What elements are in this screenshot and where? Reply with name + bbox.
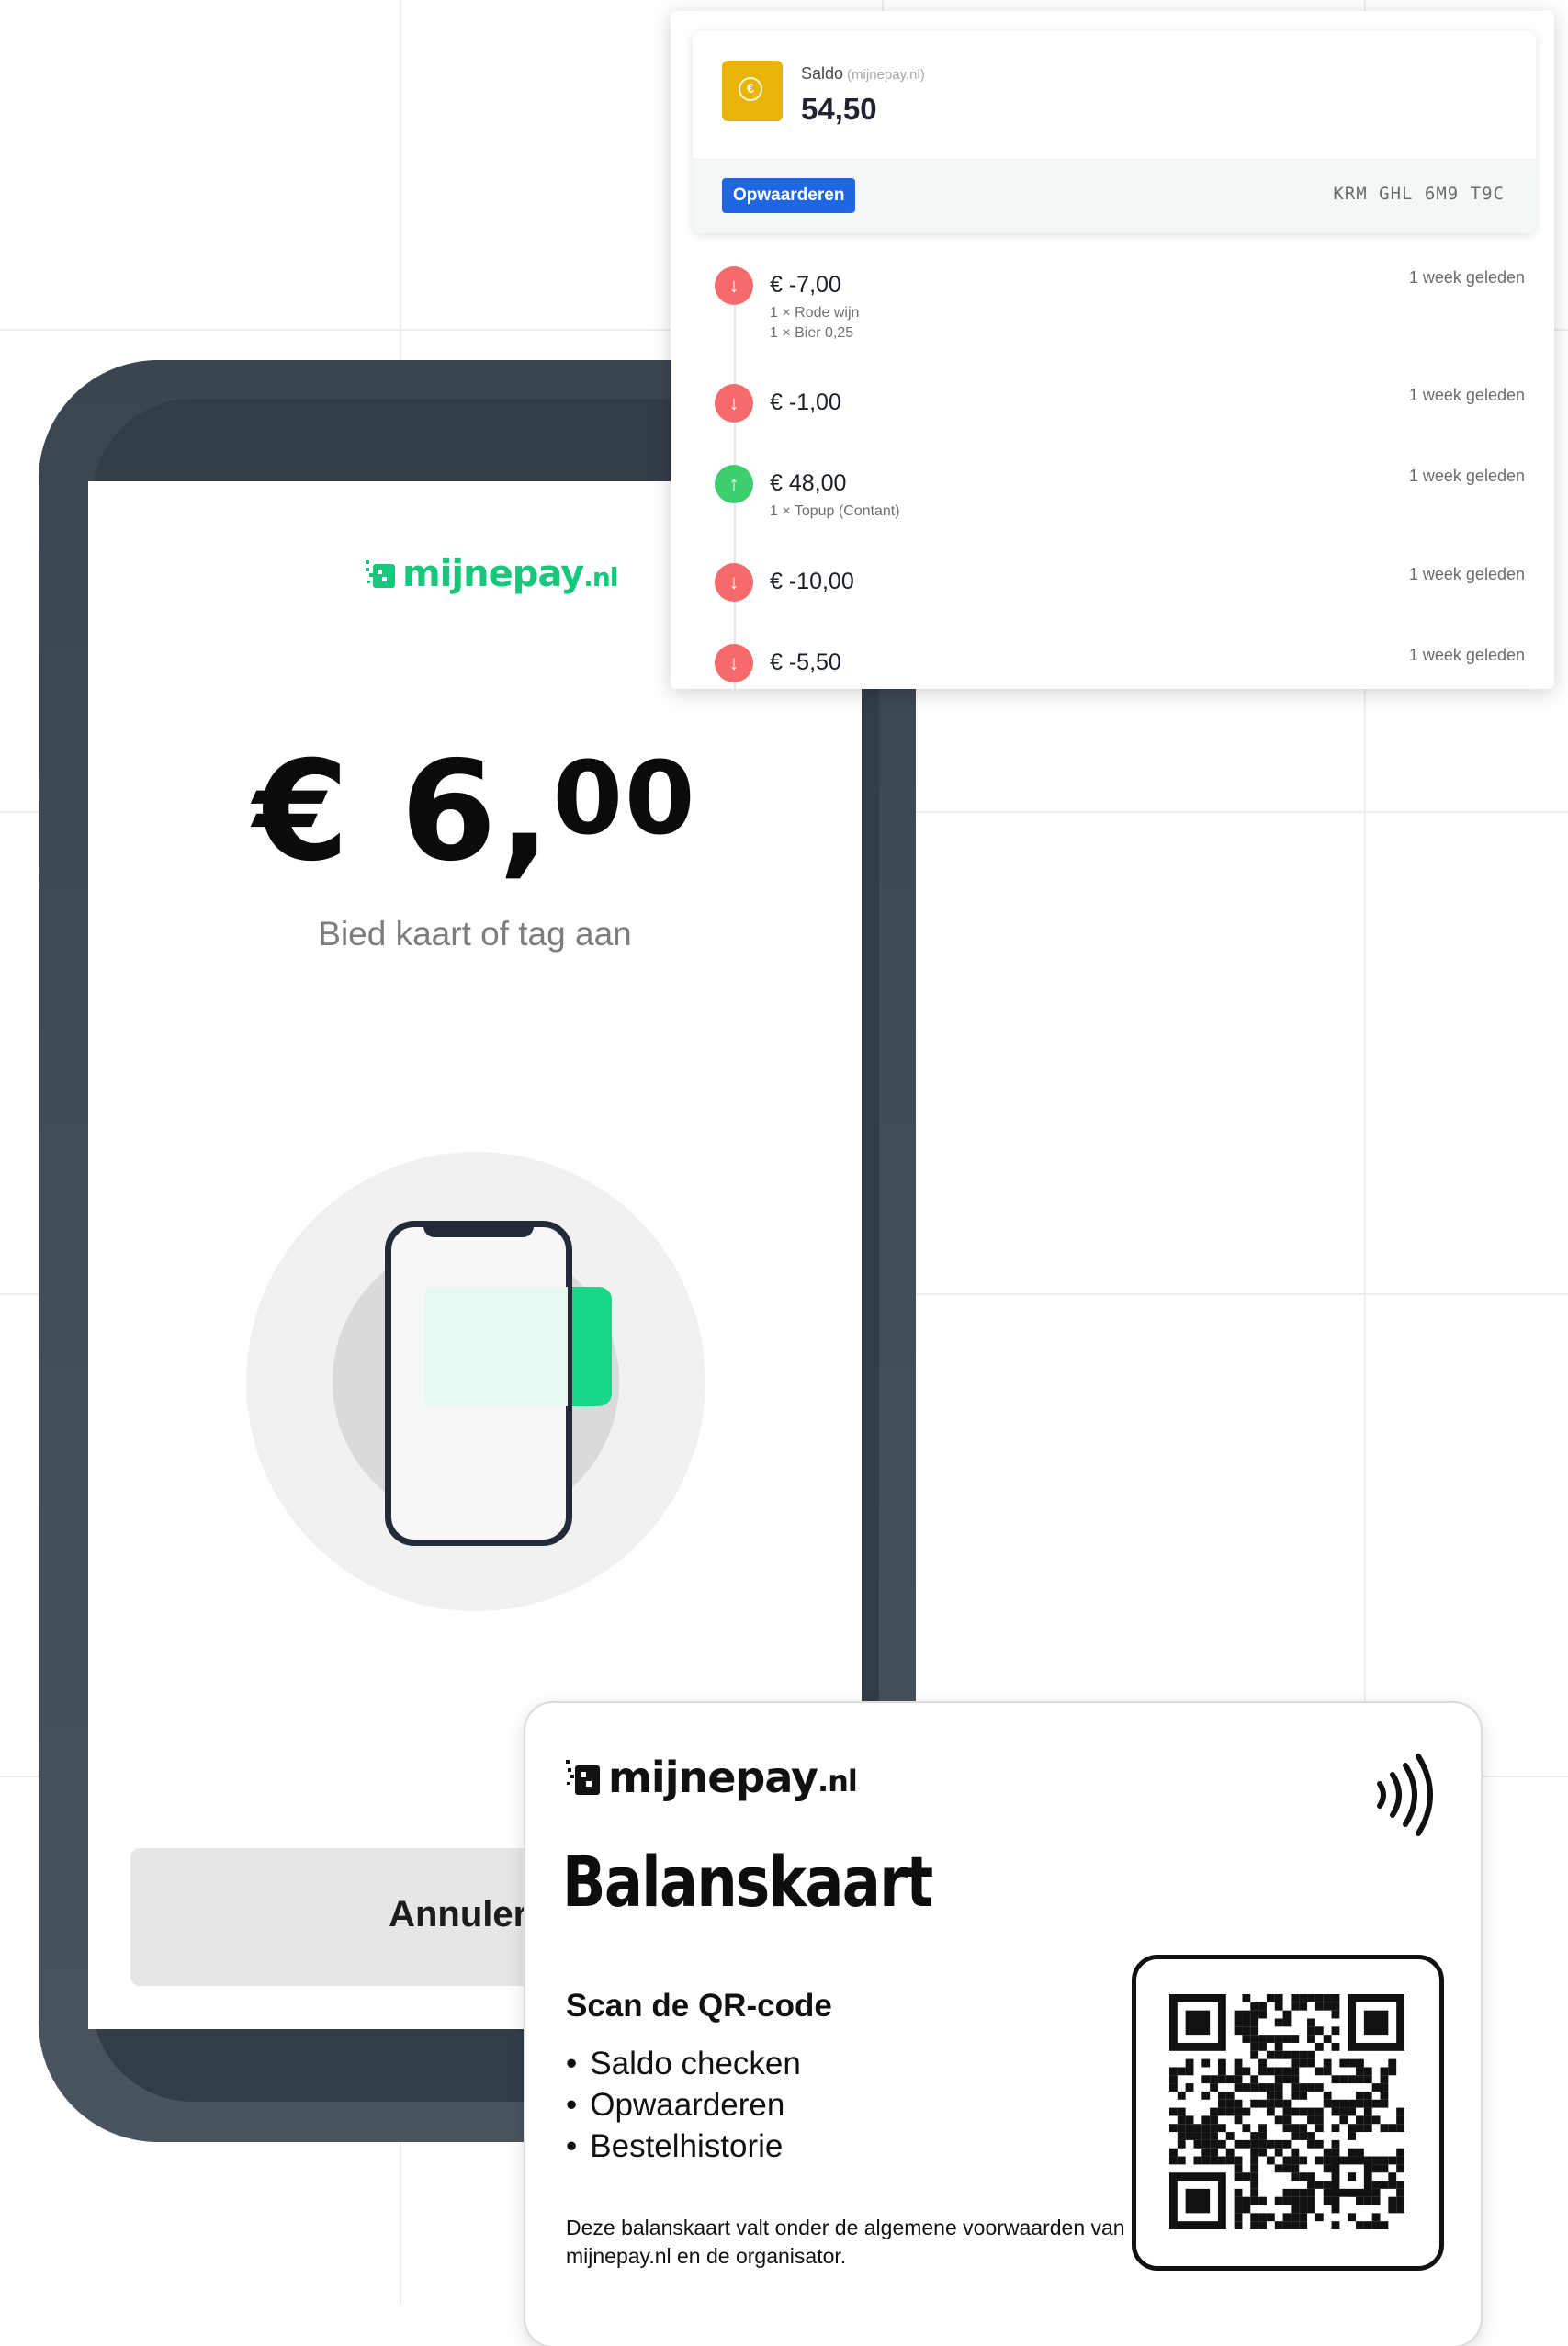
mijnepay-logo: mijnepay .nl <box>566 1753 858 1802</box>
mijnepay-logo-icon <box>366 560 395 588</box>
feature-list: Saldo checken Opwaarderen Bestelhistorie <box>566 2043 801 2167</box>
balance-history-panel: € Saldo (mijnepay.nl) 54,50 Opwaarderen K… <box>671 11 1554 689</box>
balance-value: 54,50 <box>801 92 877 126</box>
tap-target-icon <box>246 1152 705 1611</box>
balance-label: Saldo (mijnepay.nl) <box>801 64 925 84</box>
amount-cents: 00 <box>552 739 697 857</box>
transaction-time: 1 week geleden <box>1408 467 1525 485</box>
arrow-down-icon: ↓ <box>715 563 753 602</box>
euro-symbol: € <box>739 77 762 101</box>
card-behind-phone <box>424 1287 568 1406</box>
phone-notch <box>423 1226 534 1237</box>
transaction-amount: € -10,00 <box>770 569 854 594</box>
feature-item: Bestelhistorie <box>566 2126 801 2167</box>
scan-heading: Scan de QR-code <box>566 1988 832 2024</box>
logo-wordmark: mijnepay <box>402 553 584 595</box>
balance-label-text: Saldo <box>801 64 844 83</box>
balance-card: € Saldo (mijnepay.nl) 54,50 Opwaarderen K… <box>693 31 1536 233</box>
mijnepay-logo: mijnepay .nl <box>366 553 618 595</box>
balance-source: (mijnepay.nl) <box>847 67 925 83</box>
contactless-icon <box>1377 1754 1433 1836</box>
qr-code-frame[interactable] <box>1132 1955 1444 2271</box>
card-code: KRM GHL 6M9 T9C <box>1333 184 1505 204</box>
feature-item: Saldo checken <box>566 2043 801 2084</box>
transaction-item-line: 1 × Topup (Contant) <box>770 503 900 519</box>
transaction-item-line: 1 × Rode wijn <box>770 305 860 321</box>
logo-tld: .nl <box>817 1764 858 1799</box>
transaction-time: 1 week geleden <box>1408 386 1525 404</box>
euro-coin-icon: € <box>722 61 783 121</box>
transaction-item-line: 1 × Bier 0,25 <box>770 325 854 341</box>
amount-main: € 6, <box>253 732 553 892</box>
card-title: Balanskaart <box>562 1841 933 1923</box>
transaction-amount: € -5,50 <box>770 649 841 675</box>
tap-prompt: Bied kaart of tag aan <box>318 915 632 953</box>
logo-wordmark: mijnepay <box>608 1753 818 1802</box>
transaction-items: 1 × Rode wijn 1 × Bier 0,25 <box>770 303 859 344</box>
transaction-amount: € 48,00 <box>770 470 847 496</box>
arrow-down-icon: ↓ <box>715 384 753 423</box>
logo-tld: .nl <box>583 561 618 592</box>
transaction-list: ↓ € -7,00 1 × Rode wijn 1 × Bier 0,25 1 … <box>671 246 1554 689</box>
transaction-time: 1 week geleden <box>1408 646 1525 664</box>
transaction-amount: € -7,00 <box>770 272 841 298</box>
transaction-time: 1 week geleden <box>1408 565 1525 583</box>
balance-actions: Opwaarderen KRM GHL 6M9 T9C <box>693 158 1536 233</box>
balance-header: € Saldo (mijnepay.nl) 54,50 <box>693 31 1536 158</box>
arrow-down-icon: ↓ <box>715 644 753 682</box>
balance-card-physical: mijnepay .nl Balanskaart Scan de QR-code … <box>525 1703 1481 2346</box>
transaction-time: 1 week geleden <box>1408 268 1525 287</box>
topup-button[interactable]: Opwaarderen <box>722 178 856 213</box>
feature-item: Opwaarderen <box>566 2084 801 2126</box>
mijnepay-logo-icon <box>566 1760 600 1795</box>
arrow-down-icon: ↓ <box>715 266 753 305</box>
payment-amount: € 6,00 <box>88 739 862 885</box>
arrow-up-icon: ↑ <box>715 465 753 503</box>
phone-icon <box>385 1221 572 1546</box>
qr-code-icon <box>1169 1994 1404 2229</box>
transaction-items: 1 × Topup (Contant) <box>770 502 900 522</box>
terms-note: Deze balanskaart valt onder de algemene … <box>566 2216 1125 2268</box>
transaction-amount: € -1,00 <box>770 389 841 415</box>
